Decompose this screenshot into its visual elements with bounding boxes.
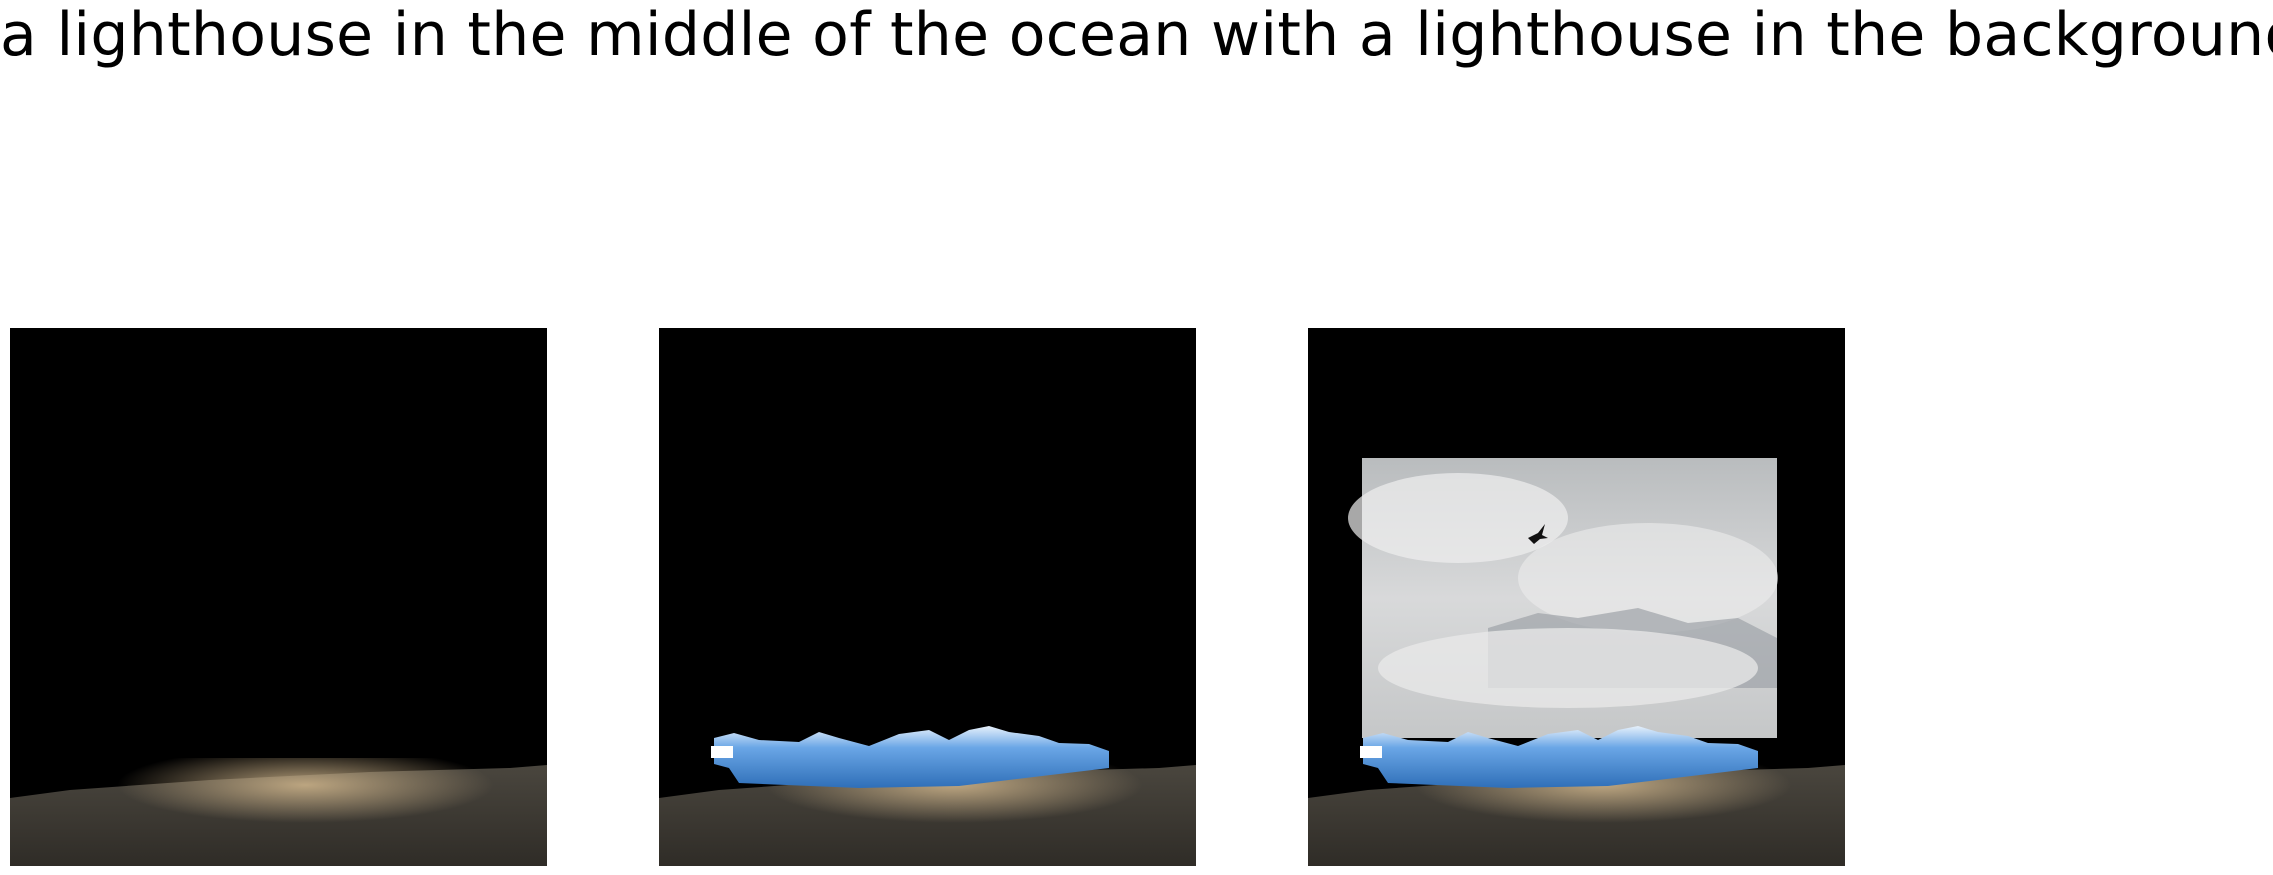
water-ice-image <box>659 328 1196 866</box>
image-caption: a lighthouse in the middle of the ocean … <box>0 0 2273 70</box>
panel-water-ice <box>659 328 1196 866</box>
water-only-image <box>10 328 547 866</box>
water-ice-sky-image <box>1308 328 1845 866</box>
panel-water-only <box>10 328 547 866</box>
panel-water-ice-sky <box>1308 328 1845 866</box>
